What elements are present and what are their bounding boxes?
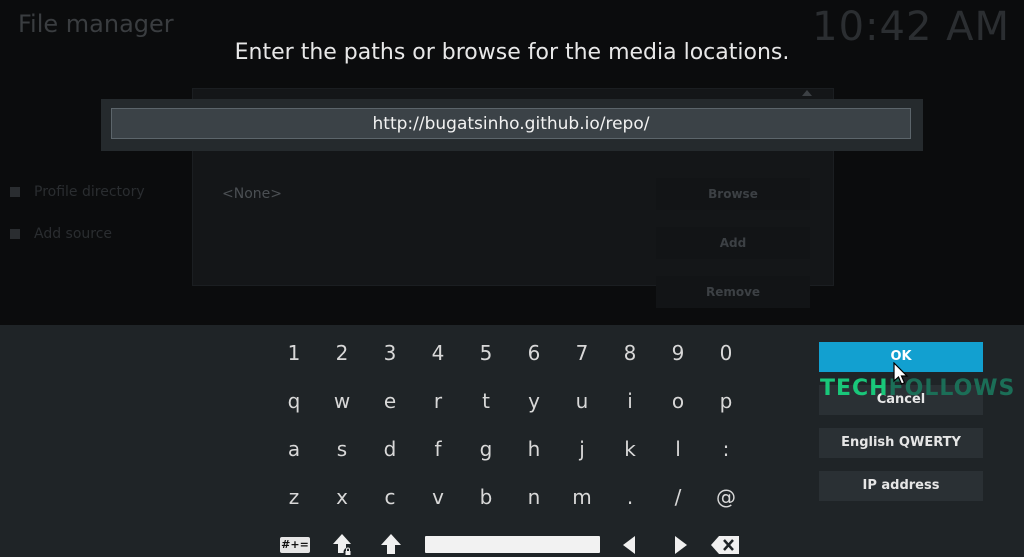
backspace-icon[interactable] <box>710 535 740 555</box>
key-g[interactable]: g <box>466 433 506 465</box>
background-add-button: Add <box>656 227 810 259</box>
key-o[interactable]: o <box>658 385 698 417</box>
key-c[interactable]: c <box>370 481 410 513</box>
key-z[interactable]: z <box>274 481 314 513</box>
background-title: File manager <box>18 10 174 38</box>
key-m[interactable]: m <box>562 481 602 513</box>
key-l[interactable]: l <box>658 433 698 465</box>
key-b[interactable]: b <box>466 481 506 513</box>
background-browse-button: Browse <box>656 178 810 210</box>
background-sidebar-item-profile: Profile directory <box>10 184 145 200</box>
cursor-left-icon[interactable] <box>621 535 637 555</box>
key-i[interactable]: i <box>610 385 650 417</box>
key-7[interactable]: 7 <box>562 337 602 369</box>
key-3[interactable]: 3 <box>370 337 410 369</box>
url-input[interactable] <box>111 108 911 139</box>
key-p[interactable]: p <box>706 385 746 417</box>
dialog-heading: Enter the paths or browse for the media … <box>234 40 790 65</box>
key-4[interactable]: 4 <box>418 337 458 369</box>
caps-lock-icon[interactable] <box>332 533 356 557</box>
key-1[interactable]: 1 <box>274 337 314 369</box>
folder-icon <box>10 187 20 197</box>
key-n[interactable]: n <box>514 481 554 513</box>
key-s[interactable]: s <box>322 433 362 465</box>
key-q[interactable]: q <box>274 385 314 417</box>
background-sidebar-item-add-source: Add source <box>10 226 112 242</box>
key-a[interactable]: a <box>274 433 314 465</box>
key-j[interactable]: j <box>562 433 602 465</box>
key-v[interactable]: v <box>418 481 458 513</box>
key-d[interactable]: d <box>370 433 410 465</box>
folder-icon <box>10 229 20 239</box>
watermark-logo: TECHFOLLOWS <box>820 376 1016 401</box>
key-r[interactable]: r <box>418 385 458 417</box>
key-e[interactable]: e <box>370 385 410 417</box>
key-2[interactable]: 2 <box>322 337 362 369</box>
key-w[interactable]: w <box>322 385 362 417</box>
key-y[interactable]: y <box>514 385 554 417</box>
key-6[interactable]: 6 <box>514 337 554 369</box>
cursor-right-icon[interactable] <box>673 535 689 555</box>
key-9[interactable]: 9 <box>658 337 698 369</box>
key-t[interactable]: t <box>466 385 506 417</box>
symbols-key[interactable]: #+= <box>280 537 310 553</box>
key-0[interactable]: 0 <box>706 337 746 369</box>
key-5[interactable]: 5 <box>466 337 506 369</box>
key-x[interactable]: x <box>322 481 362 513</box>
keyboard-layout-button[interactable]: English QWERTY <box>819 428 983 458</box>
shift-icon[interactable] <box>380 533 402 555</box>
key-colon[interactable]: : <box>706 433 746 465</box>
ip-address-button[interactable]: IP address <box>819 471 983 501</box>
background-remove-button: Remove <box>656 276 810 308</box>
key-slash[interactable]: / <box>658 481 698 513</box>
scroll-up-icon <box>802 90 812 96</box>
mouse-pointer-icon <box>893 362 909 385</box>
key-f[interactable]: f <box>418 433 458 465</box>
space-key[interactable] <box>425 536 600 553</box>
key-k[interactable]: k <box>610 433 650 465</box>
key-8[interactable]: 8 <box>610 337 650 369</box>
key-at[interactable]: @ <box>706 481 746 513</box>
key-period[interactable]: . <box>610 481 650 513</box>
background-source-empty: <None> <box>222 186 282 202</box>
key-h[interactable]: h <box>514 433 554 465</box>
key-u[interactable]: u <box>562 385 602 417</box>
